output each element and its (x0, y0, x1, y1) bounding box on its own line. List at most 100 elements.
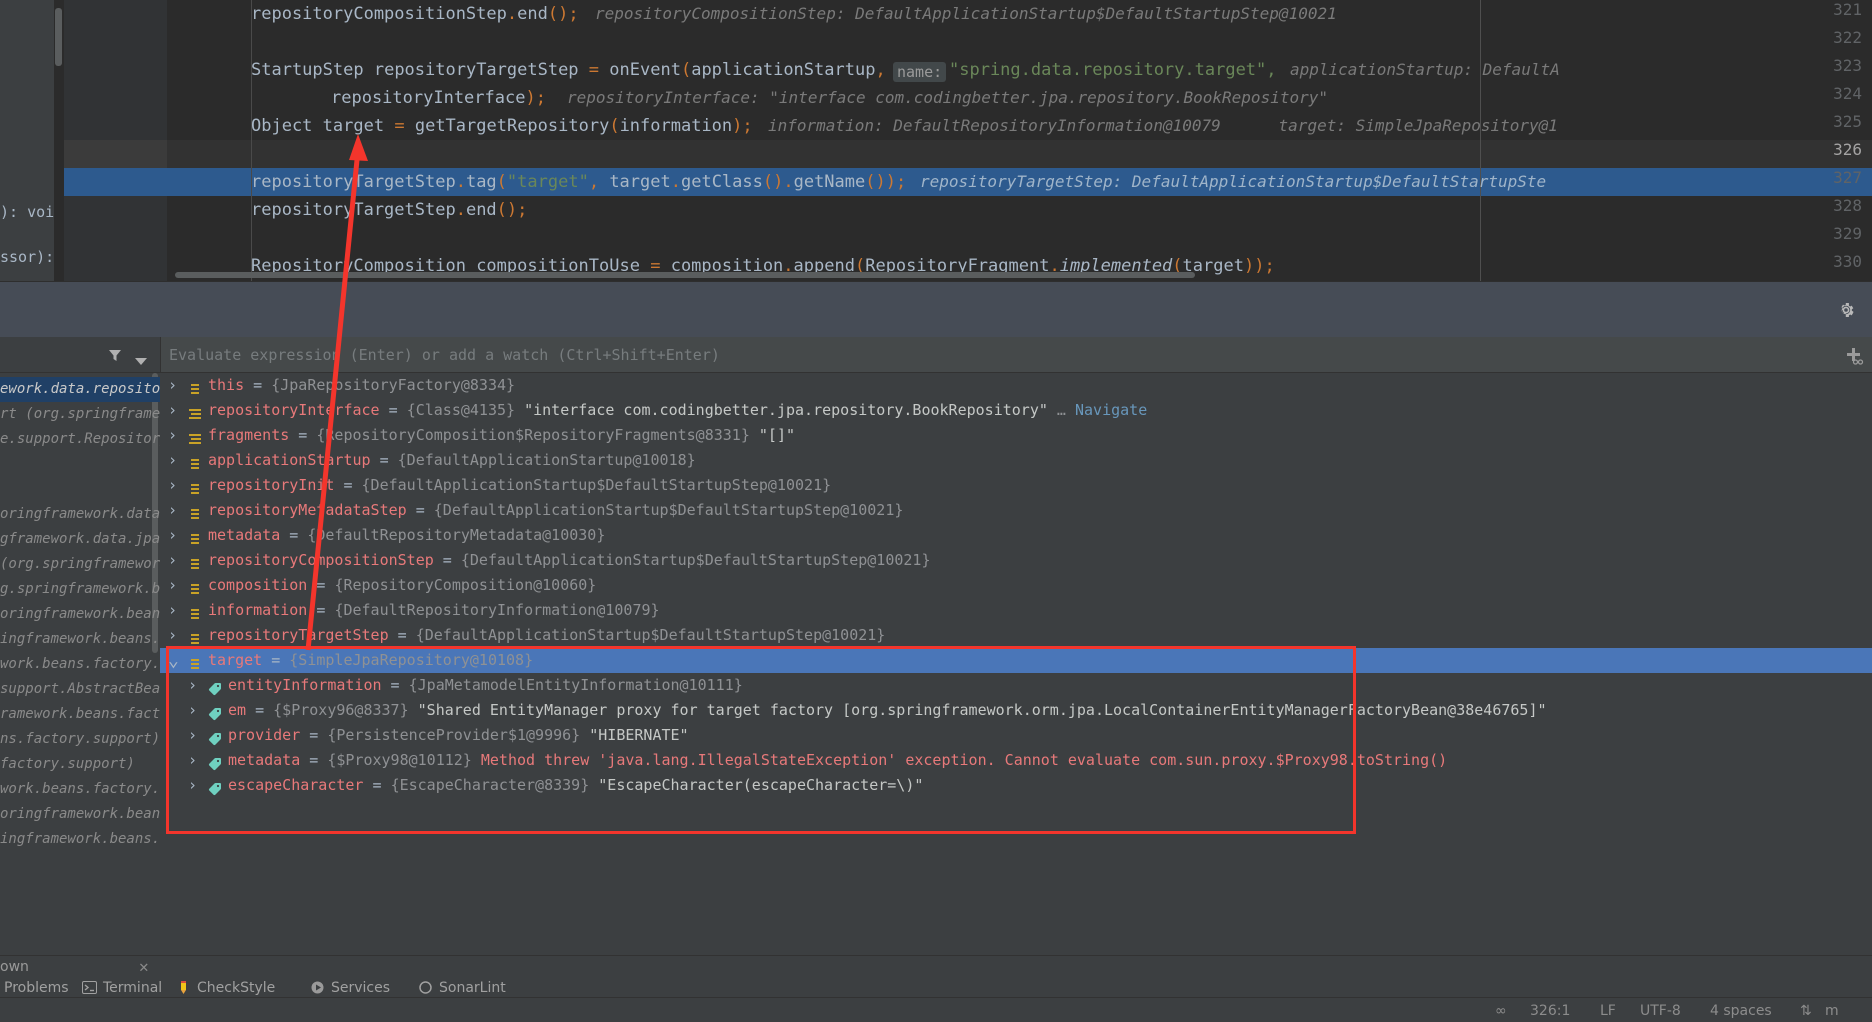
chevron-right-icon[interactable]: › (168, 398, 177, 423)
chevron-right-icon[interactable]: › (168, 448, 177, 473)
variable-row[interactable]: › applicationStartup = {DefaultApplicatio… (160, 448, 1872, 473)
tab-terminal[interactable]: Terminal (103, 978, 162, 998)
inline-hint-325: information: DefaultRepositoryInformatio… (768, 116, 1558, 135)
variable-row[interactable]: › information = {DefaultRepositoryInforma… (160, 598, 1872, 623)
indent-setting[interactable]: 4 spaces (1710, 1001, 1772, 1021)
add-watch-icon[interactable] (1844, 346, 1864, 370)
variable-equals: = (289, 426, 317, 444)
frame-row[interactable]: oringframework.beans. (0, 802, 160, 827)
debug-toolbar[interactable] (0, 281, 1872, 337)
frame-row[interactable]: e.support.RepositoryF (0, 427, 160, 452)
frame-row[interactable]: work.beans.factory.su (0, 652, 160, 677)
variable-name: em (228, 701, 247, 719)
variables-panel[interactable]: Evaluate expression (Enter) or add a wat… (160, 337, 1872, 955)
tab-checkstyle[interactable]: CheckStyle (197, 978, 275, 998)
variable-equals: = (262, 651, 290, 669)
line-number: 325 (1833, 112, 1862, 131)
frame-row-label: rt (org.springframewo (0, 406, 160, 422)
chevron-right-icon[interactable]: › (188, 773, 197, 798)
chevron-right-icon[interactable]: › (188, 698, 197, 723)
frame-row-label: factory.support) (0, 756, 135, 772)
variable-row[interactable]: › repositoryInterface = {Class@4135} "int… (160, 398, 1872, 423)
frame-row-label: ework.data.repository (0, 381, 160, 397)
frame-row[interactable]: oringframework.beans. (0, 602, 160, 627)
chevron-right-icon[interactable]: › (168, 473, 177, 498)
funnel-icon[interactable] (106, 346, 124, 368)
frames-panel[interactable]: ework.data.repository rt (org.springframe… (0, 337, 160, 955)
chevron-right-icon[interactable]: › (188, 723, 197, 748)
frame-row[interactable]: gframework.data.jpa.r (0, 527, 160, 552)
variable-row[interactable]: › repositoryInit = {DefaultApplicationSta… (160, 473, 1872, 498)
variable-name: repositoryInterface (208, 401, 380, 419)
frame-row[interactable]: (org.springframework. (0, 552, 160, 577)
branch-icon[interactable]: ⇅ (1800, 1001, 1812, 1021)
frame-row[interactable]: ingframework.beans.fa (0, 827, 160, 852)
chevron-right-icon[interactable]: › (188, 748, 197, 773)
chevron-right-icon[interactable]: › (168, 623, 177, 648)
close-icon[interactable]: ✕ (139, 959, 149, 975)
caret-line-gutter (64, 140, 167, 168)
chevron-right-icon[interactable]: › (168, 523, 177, 548)
structure-strip (0, 0, 54, 281)
variable-row[interactable]: › composition = {RepositoryComposition@10… (160, 573, 1872, 598)
variable-row[interactable]: › fragments = {RepositoryComposition$Repo… (160, 423, 1872, 448)
variable-type: {PersistenceProvider$1@9996} (327, 726, 581, 744)
inline-hint-327: repositoryTargetStep: DefaultApplication… (920, 172, 1547, 191)
chevron-right-icon[interactable]: › (168, 548, 177, 573)
tab-services[interactable]: Services (331, 978, 390, 998)
chevron-right-icon[interactable]: › (168, 598, 177, 623)
variable-row[interactable]: ⌄ target = {SimpleJpaRepository@10108} (160, 648, 1872, 673)
variables-tree[interactable]: › this = {JpaRepositoryFactory@8334} › repo… (160, 373, 1872, 955)
editor-horizontal-scrollbar[interactable] (175, 272, 1195, 278)
frame-row[interactable]: work.beans.factory.co (0, 777, 160, 802)
frame-row[interactable]: g.springframework.bea (0, 577, 160, 602)
frame-row[interactable] (0, 477, 160, 502)
chevron-right-icon[interactable]: › (168, 423, 177, 448)
caret-position[interactable]: 326:1 (1530, 1001, 1570, 1021)
frame-row[interactable]: support.AbstractBean (0, 677, 160, 702)
evaluate-expression-placeholder[interactable]: Evaluate expression (Enter) or add a wat… (169, 346, 720, 364)
variable-equals: = (433, 551, 461, 569)
code-editor[interactable]: ): void ssor): voi 321 322 323 324 325 3… (0, 0, 1872, 281)
variable-row[interactable]: › repositoryCompositionStep = {DefaultApp… (160, 548, 1872, 573)
frame-row[interactable]: ramework.beans.factor (0, 702, 160, 727)
variable-row[interactable]: › em = {$Proxy96@8337} "Shared EntityMana… (160, 698, 1872, 723)
branch-name[interactable]: m (1825, 1001, 1839, 1021)
tab-sonarlint[interactable]: SonarLint (439, 978, 506, 998)
variable-row[interactable]: › repositoryTargetStep = {DefaultApplicat… (160, 623, 1872, 648)
variable-name: repositoryMetadataStep (208, 501, 407, 519)
navigate-link[interactable]: Navigate (1075, 401, 1147, 419)
frame-row-label: ingframework.beans.fa (0, 831, 160, 847)
frame-row[interactable]: rt (org.springframewo (0, 402, 160, 427)
frame-row[interactable]: ework.data.repository (0, 377, 160, 402)
variable-row[interactable]: › metadata = {$Proxy98@10112} Method thre… (160, 748, 1872, 773)
variable-equals: = (246, 701, 274, 719)
variable-text: target = {SimpleJpaRepository@10108} (208, 648, 533, 673)
chevron-right-icon[interactable]: › (168, 373, 177, 398)
frame-row[interactable]: factory.support) (0, 752, 160, 777)
chevron-right-icon[interactable]: › (168, 498, 177, 523)
gear-icon[interactable] (1836, 300, 1856, 320)
chevron-right-icon[interactable]: › (188, 673, 197, 698)
variable-row[interactable]: › escapeCharacter = {EscapeCharacter@8339… (160, 773, 1872, 798)
line-separator[interactable]: LF (1600, 1001, 1616, 1021)
variable-name: repositoryTargetStep (208, 626, 389, 644)
chevron-down-icon[interactable]: ⌄ (168, 648, 179, 673)
evaluate-expression-bar[interactable]: Evaluate expression (Enter) or add a wat… (160, 337, 1872, 373)
tab-problems[interactable]: Problems (4, 978, 69, 998)
variable-row[interactable]: › repositoryMetadataStep = {DefaultApplic… (160, 498, 1872, 523)
chevron-right-icon[interactable]: › (168, 573, 177, 598)
variable-row[interactable]: › entityInformation = {JpaMetamodelEntity… (160, 673, 1872, 698)
variable-row[interactable]: › provider = {PersistenceProvider$1@9996}… (160, 723, 1872, 748)
variable-row[interactable]: › metadata = {DefaultRepositoryMetadata@1… (160, 523, 1872, 548)
frame-row[interactable]: ns.factory.support) (0, 727, 160, 752)
frame-row[interactable]: oringframework.data.r (0, 502, 160, 527)
editor-scrollbar-thumb[interactable] (55, 8, 62, 66)
frame-row[interactable]: ingframework.beans.fa (0, 627, 160, 652)
chevron-down-icon[interactable] (134, 351, 148, 370)
code-line-321: repositoryCompositionStep.end(); (251, 4, 579, 24)
frame-row[interactable] (0, 452, 160, 477)
variable-name: this (208, 376, 245, 394)
variable-row[interactable]: › this = {JpaRepositoryFactory@8334} (160, 373, 1872, 398)
file-encoding[interactable]: UTF-8 (1640, 1001, 1681, 1021)
